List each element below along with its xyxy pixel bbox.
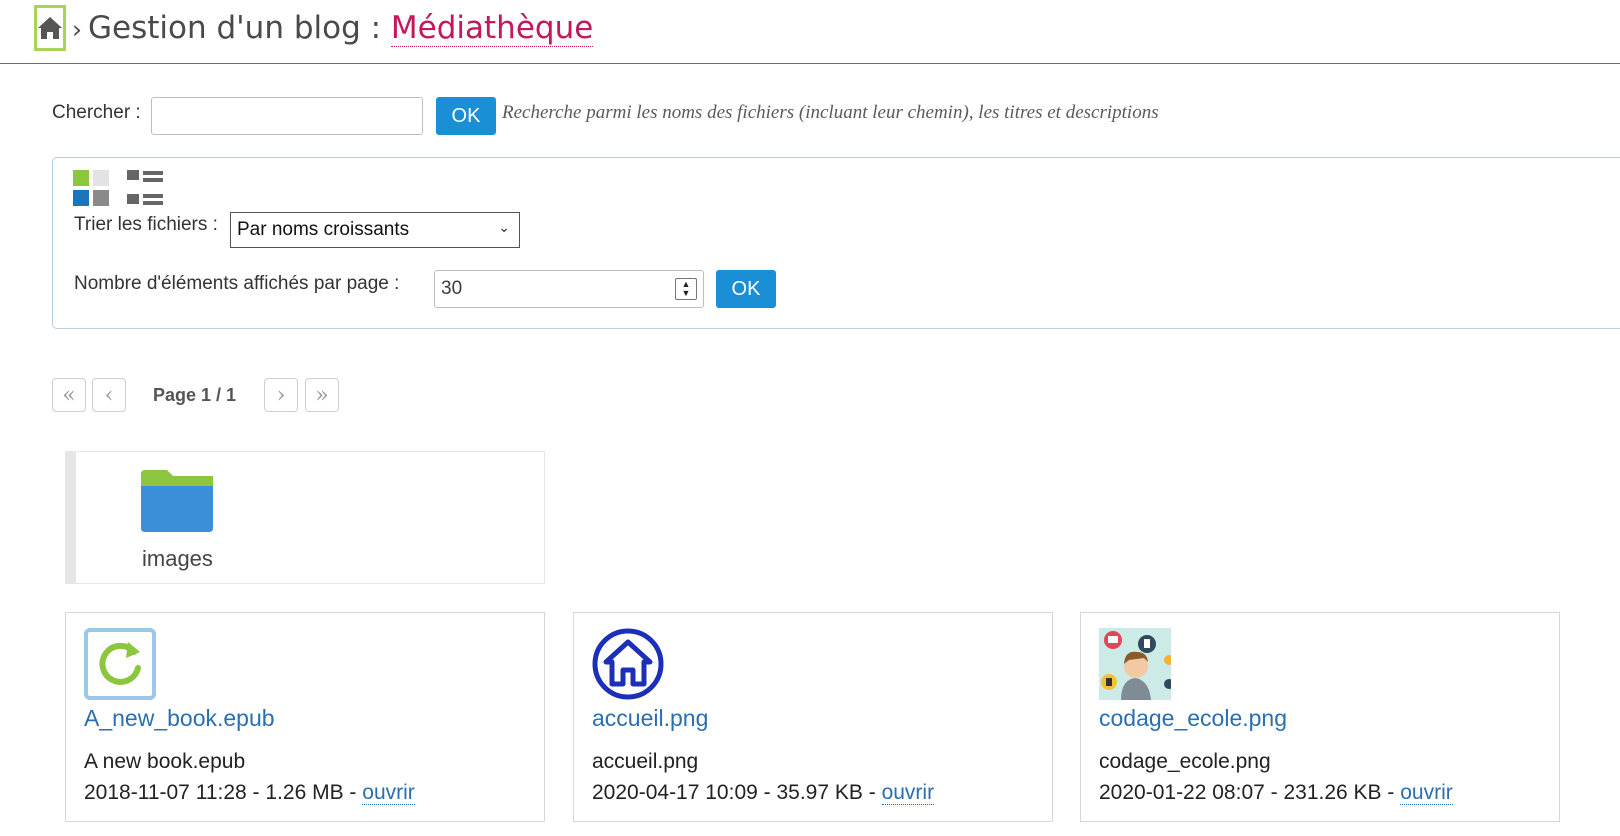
page-indicator: Page 1 / 1	[153, 385, 237, 405]
last-page-button[interactable]: »	[305, 378, 339, 412]
open-link[interactable]: ouvrir	[362, 781, 415, 805]
home-circle-icon	[592, 628, 664, 700]
options-ok-button[interactable]: OK	[716, 270, 776, 308]
file-name-link[interactable]: accueil.png	[592, 705, 708, 732]
file-meta: 2018-11-07 11:28 - 1.26 MB - ouvrir	[84, 781, 415, 805]
breadcrumb-parent[interactable]: Gestion d'un blog :	[88, 10, 381, 46]
list-view-icon[interactable]	[127, 170, 163, 206]
items-per-page-label: Nombre d'éléments affichés par page :	[74, 273, 400, 294]
file-name-link[interactable]: A_new_book.epub	[84, 705, 275, 732]
page-title: Médiathèque	[390, 10, 594, 47]
grid-view-icon[interactable]	[73, 170, 109, 206]
file-title: accueil.png	[592, 750, 699, 773]
file-name-link[interactable]: codage_ecole.png	[1099, 705, 1287, 732]
search-ok-button[interactable]: OK	[436, 97, 496, 135]
file-title: A new book.epub	[84, 750, 246, 773]
first-page-button[interactable]: «	[52, 378, 86, 412]
file-date: 2020-04-17 10:09	[592, 781, 758, 804]
prev-page-button[interactable]: ‹	[92, 378, 126, 412]
coding-illustration-icon	[1099, 628, 1171, 700]
search-row: Chercher : OK Recherche parmi les noms d…	[52, 94, 1592, 135]
search-input[interactable]	[151, 97, 423, 135]
breadcrumb: › Gestion d'un blog : Médiathèque	[72, 10, 594, 47]
folder-icon	[141, 470, 213, 532]
refresh-icon	[84, 628, 156, 700]
home-icon	[38, 17, 62, 39]
sort-selected-value: Par noms croissants	[237, 219, 410, 240]
file-meta: 2020-04-17 10:09 - 35.97 KB - ouvrir	[592, 781, 935, 805]
file-card: codage_ecole.png codage_ecole.png 2020-0…	[1080, 612, 1560, 822]
open-link[interactable]: ouvrir	[881, 781, 935, 805]
sort-label: Trier les fichiers :	[74, 214, 218, 235]
file-size: 1.26 MB	[265, 781, 344, 804]
stepper-icon[interactable]: ▲ ▼	[675, 278, 697, 300]
file-card: A_new_book.epub A new book.epub 2018-11-…	[65, 612, 545, 822]
open-link[interactable]: ouvrir	[1400, 781, 1453, 805]
pagination: « ‹ Page 1 / 1 › »	[52, 378, 452, 414]
next-page-button[interactable]: ›	[264, 378, 298, 412]
file-size: 35.97 KB	[776, 781, 863, 804]
home-button[interactable]	[34, 5, 66, 51]
file-date: 2020-01-22 08:07	[1099, 781, 1265, 804]
folder-name: images	[142, 546, 213, 571]
file-meta: 2020-01-22 08:07 - 231.26 KB - ouvrir	[1099, 781, 1453, 805]
view-mode-switcher	[73, 170, 163, 206]
search-label: Chercher :	[52, 102, 141, 123]
display-options-panel: Trier les fichiers : Par noms croissants…	[52, 157, 1620, 329]
folder-card[interactable]: images	[65, 451, 545, 584]
file-title: codage_ecole.png	[1099, 750, 1271, 773]
breadcrumb-separator: ›	[72, 15, 82, 44]
file-size: 231.26 KB	[1283, 781, 1382, 804]
search-hint: Recherche parmi les noms des fichiers (i…	[502, 102, 1159, 123]
items-per-page-input[interactable]: 30 ▲ ▼	[434, 270, 704, 308]
sort-select[interactable]: Par noms croissants ⌄	[230, 212, 520, 248]
chevron-down-icon: ⌄	[498, 219, 510, 235]
items-per-page-value: 30	[441, 278, 463, 299]
page-header: › Gestion d'un blog : Médiathèque	[0, 0, 1620, 64]
file-date: 2018-11-07 11:28	[84, 781, 247, 804]
file-card: accueil.png accueil.png 2020-04-17 10:09…	[573, 612, 1053, 822]
